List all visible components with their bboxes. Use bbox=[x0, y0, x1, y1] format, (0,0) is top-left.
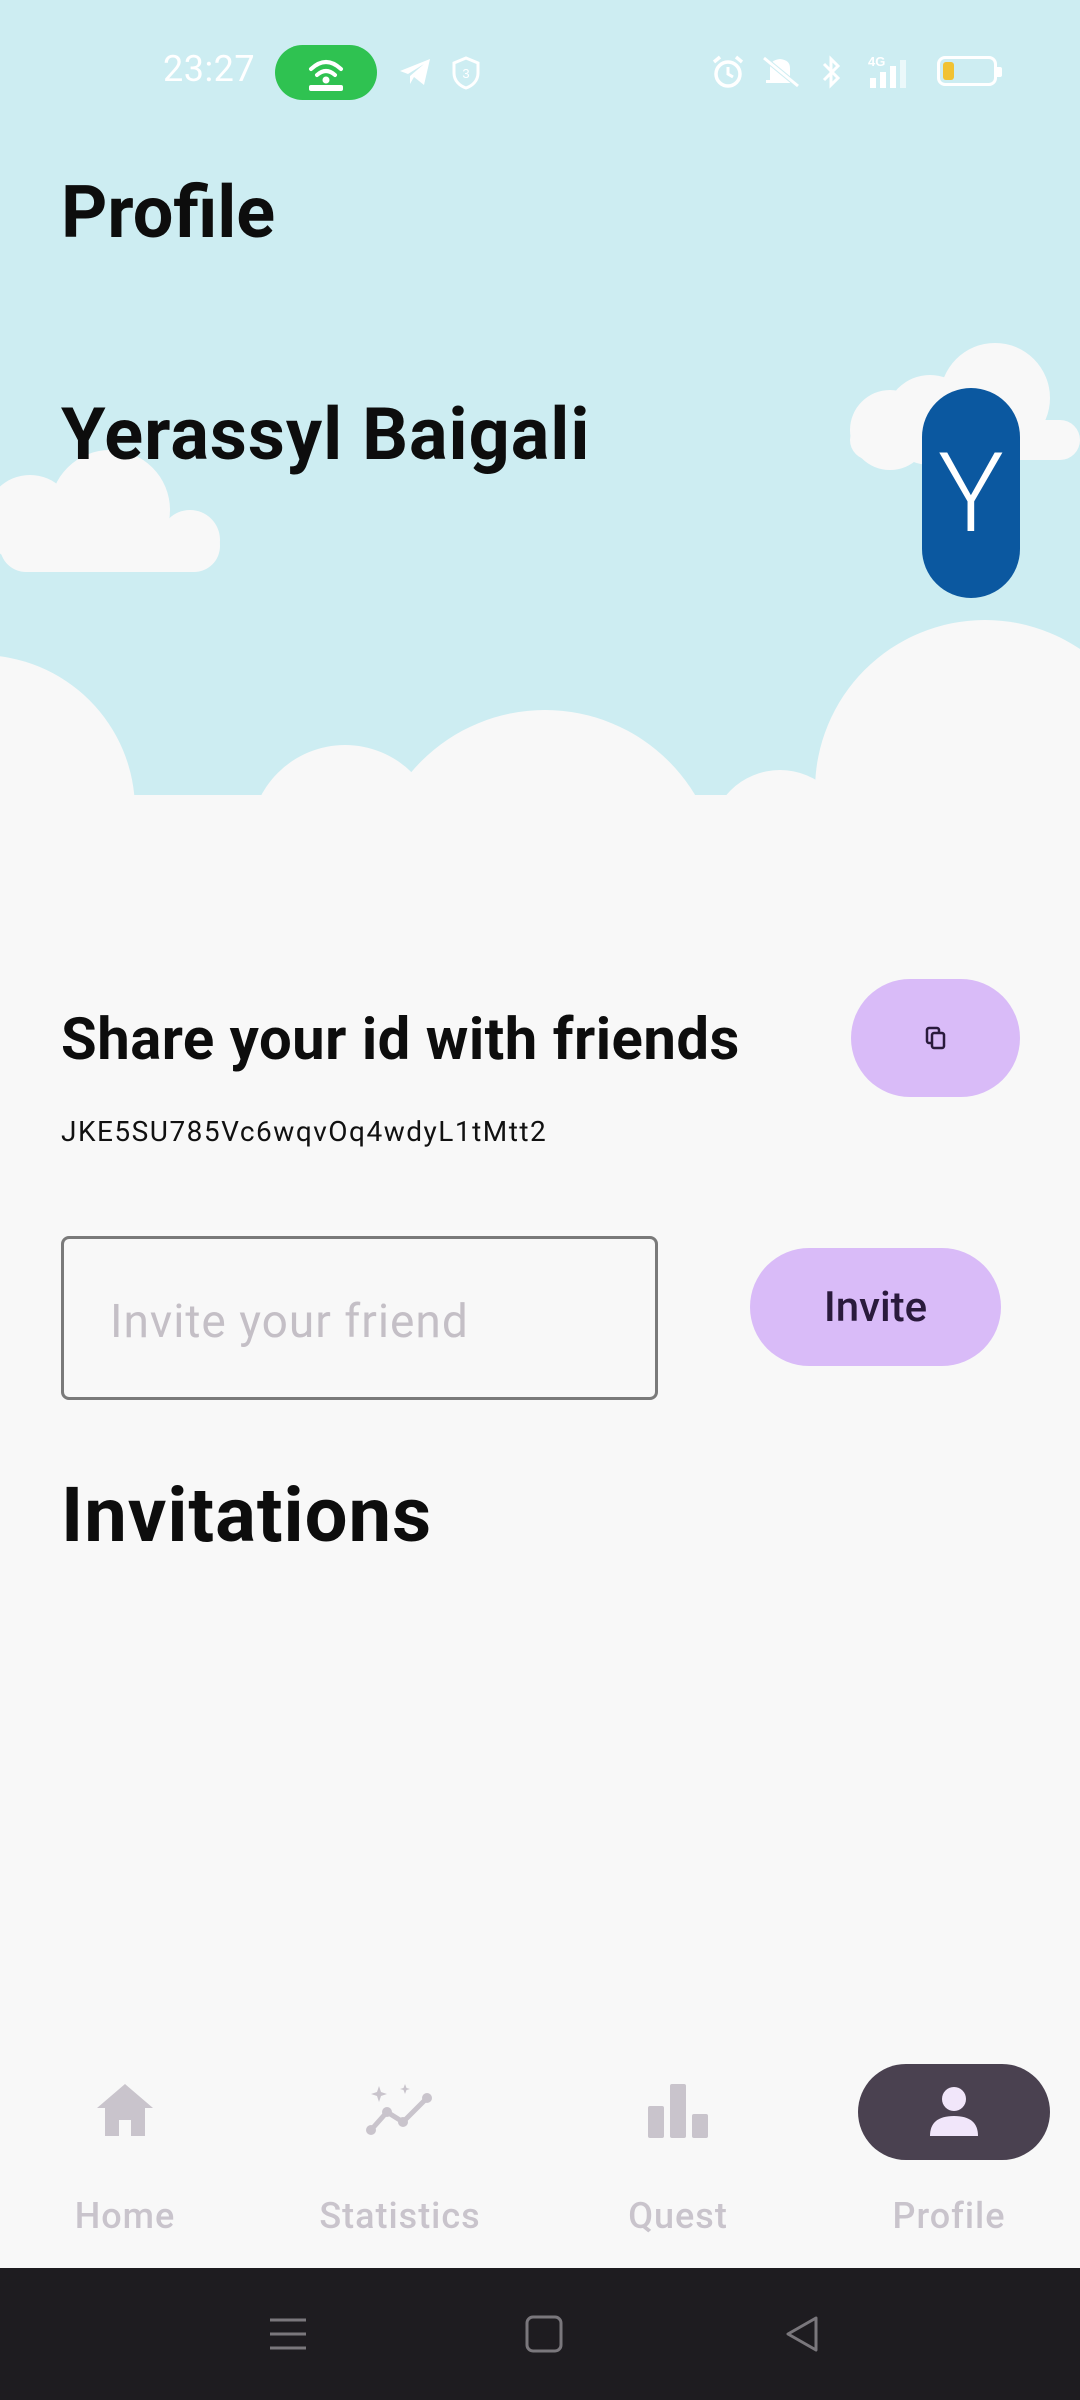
telegram-icon bbox=[400, 59, 430, 85]
status-bar: 23:27 3 4G bbox=[0, 0, 1080, 140]
person-icon bbox=[930, 2087, 978, 2136]
nav-label: Statistics bbox=[319, 2195, 481, 2237]
wifi-hotspot-icon bbox=[275, 45, 377, 100]
nav-label: Quest bbox=[628, 2195, 728, 2237]
invite-placeholder: Invite your friend bbox=[110, 1295, 469, 1349]
nav-label: Profile bbox=[892, 2195, 1006, 2237]
status-time: 23:27 bbox=[163, 48, 256, 90]
nav-item-profile[interactable]: Profile bbox=[818, 2040, 1080, 2268]
user-id-text: JKE5SU785Vc6wqvOq4wdyL1tMtt2 bbox=[61, 1115, 548, 1148]
nav-item-statistics[interactable]: Statistics bbox=[275, 2040, 525, 2268]
signal-4g-icon: 4G bbox=[868, 54, 906, 88]
invitations-title: Invitations bbox=[61, 1470, 433, 1560]
bottom-navigation: Home Statistics Quest Profile bbox=[0, 2040, 1080, 2268]
avatar[interactable]: Y bbox=[922, 388, 1020, 598]
statistics-icon bbox=[366, 2084, 432, 2135]
copy-id-button[interactable] bbox=[851, 979, 1020, 1097]
home-square-icon[interactable] bbox=[524, 2314, 564, 2354]
battery-icon bbox=[937, 56, 1002, 86]
svg-text:3: 3 bbox=[462, 66, 469, 81]
nav-label: Home bbox=[74, 2195, 176, 2237]
share-title: Share your id with friends bbox=[61, 1006, 740, 1074]
system-navigation-bar bbox=[0, 2268, 1080, 2400]
svg-text:4G: 4G bbox=[868, 54, 885, 69]
copy-icon bbox=[925, 1026, 945, 1050]
nav-item-quest[interactable]: Quest bbox=[553, 2040, 803, 2268]
shield-badge-icon: 3 bbox=[452, 56, 480, 90]
invite-button[interactable]: Invite bbox=[750, 1248, 1001, 1366]
bluetooth-icon bbox=[822, 55, 841, 89]
mute-icon bbox=[762, 56, 800, 88]
user-name: Yerassyl Baigali bbox=[61, 392, 591, 477]
nav-item-home[interactable]: Home bbox=[0, 2040, 250, 2268]
bar-chart-icon bbox=[648, 2084, 708, 2138]
invite-friend-input[interactable]: Invite your friend bbox=[61, 1236, 658, 1400]
alarm-icon bbox=[712, 55, 744, 88]
menu-icon[interactable] bbox=[268, 2314, 308, 2354]
back-triangle-icon[interactable] bbox=[782, 2314, 822, 2354]
page-title: Profile bbox=[61, 170, 276, 255]
home-icon bbox=[97, 2084, 153, 2136]
